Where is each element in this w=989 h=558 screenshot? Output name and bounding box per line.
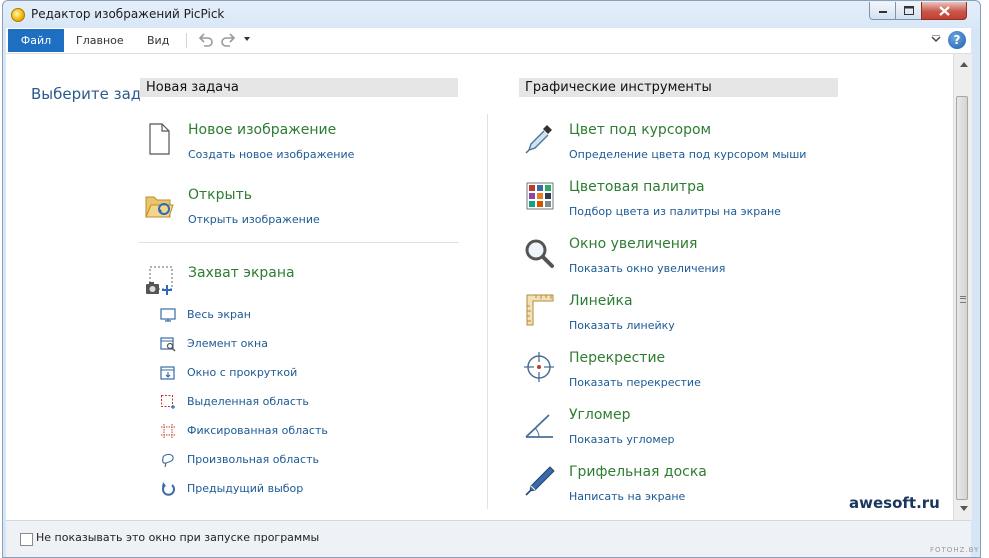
protractor-subtitle: Показать угломер bbox=[569, 433, 675, 446]
ribbon-separator bbox=[186, 33, 187, 48]
capture-previous-selection[interactable]: Предыдущий выбор bbox=[160, 481, 360, 499]
scroll-up-arrow-icon[interactable] bbox=[960, 62, 968, 67]
selected-region-icon bbox=[161, 395, 175, 409]
window-title: Редактор изображений PicPick bbox=[31, 7, 225, 21]
tab-view[interactable]: Вид bbox=[147, 34, 169, 47]
dropdown-icon[interactable] bbox=[244, 37, 250, 41]
status-bar: Не показывать это окно при запуске прогр… bbox=[6, 520, 971, 557]
color-palette-subtitle: Подбор цвета из палитры на экране bbox=[569, 205, 781, 218]
minimize-icon bbox=[878, 10, 887, 13]
ruler-title: Линейка bbox=[569, 293, 633, 309]
ruler-icon bbox=[526, 294, 554, 326]
dont-show-label: Не показывать это окно при запуске прогр… bbox=[36, 531, 320, 544]
capture-selected-region-label: Выделенная область bbox=[187, 395, 309, 408]
magnifier-subtitle: Показать окно увеличения bbox=[569, 262, 726, 275]
scroll-down-arrow-icon[interactable] bbox=[960, 506, 968, 511]
open-subtitle: Открыть изображение bbox=[188, 213, 320, 226]
crosshair-icon bbox=[524, 352, 554, 382]
collapse-ribbon-icon[interactable] bbox=[931, 35, 941, 43]
protractor-item[interactable]: Угломер Показать угломер bbox=[521, 407, 841, 451]
tab-home[interactable]: Главное bbox=[76, 34, 124, 47]
magnifier-item[interactable]: Окно увеличения Показать окно увеличения bbox=[521, 236, 841, 280]
crosshair-title: Перекрестие bbox=[569, 350, 666, 366]
new-document-icon bbox=[149, 123, 170, 155]
color-picker-subtitle: Определение цвета под курсором мыши bbox=[569, 148, 807, 161]
color-picker-title: Цвет под курсором bbox=[569, 122, 712, 138]
window-element-icon bbox=[160, 337, 176, 352]
crosshair-item[interactable]: Перекрестие Показать перекрестие bbox=[521, 350, 841, 394]
scroll-window-icon bbox=[160, 366, 175, 380]
capture-fullscreen[interactable]: Весь экран bbox=[160, 307, 360, 325]
ruler-item[interactable]: Линейка Показать линейку bbox=[521, 293, 841, 337]
scrollbar-thumb[interactable] bbox=[956, 96, 968, 500]
start-page: Выберите зада Новая задача Графические и… bbox=[6, 54, 953, 520]
ribbon: Файл Главное Вид ? bbox=[6, 28, 971, 54]
scrollbar-grip-icon bbox=[960, 296, 966, 303]
color-picker-item[interactable]: Цвет под курсором Определение цвета под … bbox=[521, 122, 841, 166]
new-image-item[interactable]: Новое изображение Создать новое изображе… bbox=[140, 122, 440, 166]
whiteboard-title: Грифельная доска bbox=[569, 464, 707, 480]
vertical-scrollbar[interactable] bbox=[953, 54, 972, 520]
maximize-icon bbox=[903, 6, 914, 15]
capture-scroll-window-label: Окно с прокруткой bbox=[187, 366, 298, 379]
magnifier-icon bbox=[525, 239, 554, 268]
whiteboard-item[interactable]: Грифельная доска Написать на экране bbox=[521, 464, 841, 508]
fixed-region-icon bbox=[161, 424, 175, 438]
monitor-icon bbox=[160, 308, 176, 322]
panel-divider bbox=[487, 114, 488, 509]
capture-freehand-region[interactable]: Произвольная область bbox=[160, 452, 360, 470]
color-palette-item[interactable]: Цветовая палитра Подбор цвета из палитры… bbox=[521, 179, 841, 223]
section-divider bbox=[139, 242, 459, 243]
capture-scroll-window[interactable]: Окно с прокруткой bbox=[160, 365, 360, 383]
capture-previous-selection-label: Предыдущий выбор bbox=[187, 482, 304, 495]
color-palette-icon bbox=[526, 182, 554, 210]
capture-window-element-label: Элемент окна bbox=[187, 337, 268, 350]
close-icon bbox=[938, 5, 950, 16]
screen-capture-item[interactable]: Захват экрана bbox=[140, 265, 440, 299]
capture-selected-region[interactable]: Выделенная область bbox=[160, 394, 360, 412]
protractor-title: Угломер bbox=[569, 407, 631, 423]
capture-fullscreen-label: Весь экран bbox=[187, 308, 251, 321]
capture-fixed-region[interactable]: Фиксированная область bbox=[160, 423, 360, 441]
capture-freehand-region-label: Произвольная область bbox=[187, 453, 319, 466]
freehand-region-icon bbox=[162, 453, 174, 468]
help-button[interactable]: ? bbox=[948, 31, 966, 49]
corner-watermark: FOTOHZ.BY bbox=[930, 546, 980, 554]
whiteboard-subtitle: Написать на экране bbox=[569, 490, 686, 503]
previous-selection-icon bbox=[162, 482, 175, 496]
color-palette-title: Цветовая палитра bbox=[569, 179, 705, 195]
new-image-title: Новое изображение bbox=[188, 122, 337, 138]
open-title: Открыть bbox=[188, 187, 252, 203]
color-picker-icon bbox=[525, 125, 552, 154]
choose-task-text: Выберите зада bbox=[31, 85, 151, 103]
tab-file[interactable]: Файл bbox=[8, 29, 64, 52]
redo-icon[interactable] bbox=[220, 32, 236, 48]
open-folder-icon bbox=[145, 196, 174, 218]
capture-fixed-region-label: Фиксированная область bbox=[187, 424, 328, 437]
new-image-subtitle: Создать новое изображение bbox=[188, 148, 355, 161]
graphic-tools-header: Графические инструменты bbox=[519, 78, 838, 97]
dont-show-checkbox[interactable] bbox=[20, 533, 33, 546]
title-bar: Редактор изображений PicPick bbox=[3, 1, 980, 29]
screen-capture-icon bbox=[146, 266, 173, 295]
maximize-button[interactable] bbox=[895, 2, 922, 20]
magnifier-title: Окно увеличения bbox=[569, 236, 698, 252]
capture-window-element[interactable]: Элемент окна bbox=[160, 336, 360, 354]
crosshair-subtitle: Показать перекрестие bbox=[569, 376, 701, 389]
screen-capture-title: Захват экрана bbox=[188, 265, 295, 281]
new-task-header: Новая задача bbox=[140, 78, 458, 97]
close-button[interactable] bbox=[921, 2, 967, 20]
ruler-subtitle: Показать линейку bbox=[569, 319, 675, 332]
open-item[interactable]: Открыть Открыть изображение bbox=[140, 187, 440, 231]
picpick-app-icon bbox=[11, 8, 25, 22]
minimize-button[interactable] bbox=[869, 2, 896, 20]
site-watermark: awesoft.ru bbox=[849, 494, 940, 512]
undo-icon[interactable] bbox=[198, 32, 214, 48]
protractor-icon bbox=[525, 414, 553, 438]
whiteboard-pen-icon bbox=[525, 466, 555, 496]
